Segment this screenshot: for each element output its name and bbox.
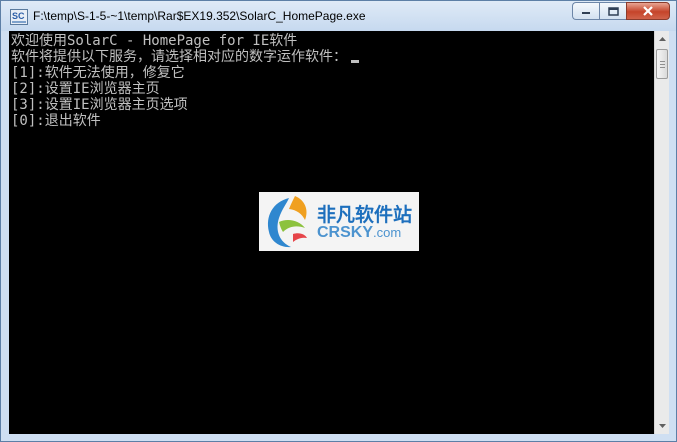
thumb-grip-line [660, 61, 665, 62]
crsky-logo-icon [267, 196, 307, 248]
scroll-down-arrow-icon [658, 424, 666, 428]
console-option-0: [0]:退出软件 [11, 113, 101, 129]
scroll-thumb[interactable] [656, 49, 668, 79]
console-output[interactable]: 欢迎使用SolarC - HomePage for IE软件 软件将提供以下服务… [9, 31, 654, 434]
console-line-prompt: 软件将提供以下服务，请选择相对应的数字运作软件： [11, 49, 359, 65]
svg-text:SC: SC [12, 11, 25, 21]
console-window: SC F:\temp\S-1-5-~1\temp\Rar$EX19.352\So… [0, 0, 677, 442]
console-option-2: [2]:设置IE浏览器主页 [11, 81, 160, 97]
scroll-down-button[interactable] [655, 418, 669, 434]
close-button[interactable] [626, 2, 670, 20]
watermark-domain: .com [373, 225, 402, 240]
crsky-watermark: 非凡软件站 CRSKY.com [259, 192, 419, 251]
watermark-title-en: CRSKY.com [317, 224, 401, 242]
thumb-grip-line [660, 64, 665, 65]
watermark-brand: CRSKY [317, 224, 374, 241]
caption-buttons [572, 2, 670, 20]
vertical-scrollbar[interactable] [654, 31, 669, 434]
scroll-up-button[interactable] [655, 31, 669, 47]
console-line-welcome: 欢迎使用SolarC - HomePage for IE软件 [11, 33, 298, 49]
minimize-button[interactable] [572, 2, 599, 20]
console-app-icon: SC [10, 9, 28, 25]
watermark-title-cn: 非凡软件站 [317, 204, 413, 226]
thumb-grip-line [660, 67, 665, 68]
close-icon [643, 6, 653, 16]
maximize-button[interactable] [599, 2, 626, 20]
scroll-up-arrow-icon [658, 37, 666, 41]
text-cursor [351, 60, 359, 63]
maximize-icon [607, 6, 619, 16]
console-line-prompt-text: 软件将提供以下服务，请选择相对应的数字运作软件： [11, 49, 347, 65]
minimize-icon [582, 12, 590, 14]
console-option-3: [3]:设置IE浏览器主页选项 [11, 97, 188, 113]
console-option-1: [1]:软件无法使用，修复它 [11, 65, 185, 81]
title-bar[interactable]: SC F:\temp\S-1-5-~1\temp\Rar$EX19.352\So… [1, 1, 676, 31]
window-title: F:\temp\S-1-5-~1\temp\Rar$EX19.352\Solar… [33, 9, 366, 23]
